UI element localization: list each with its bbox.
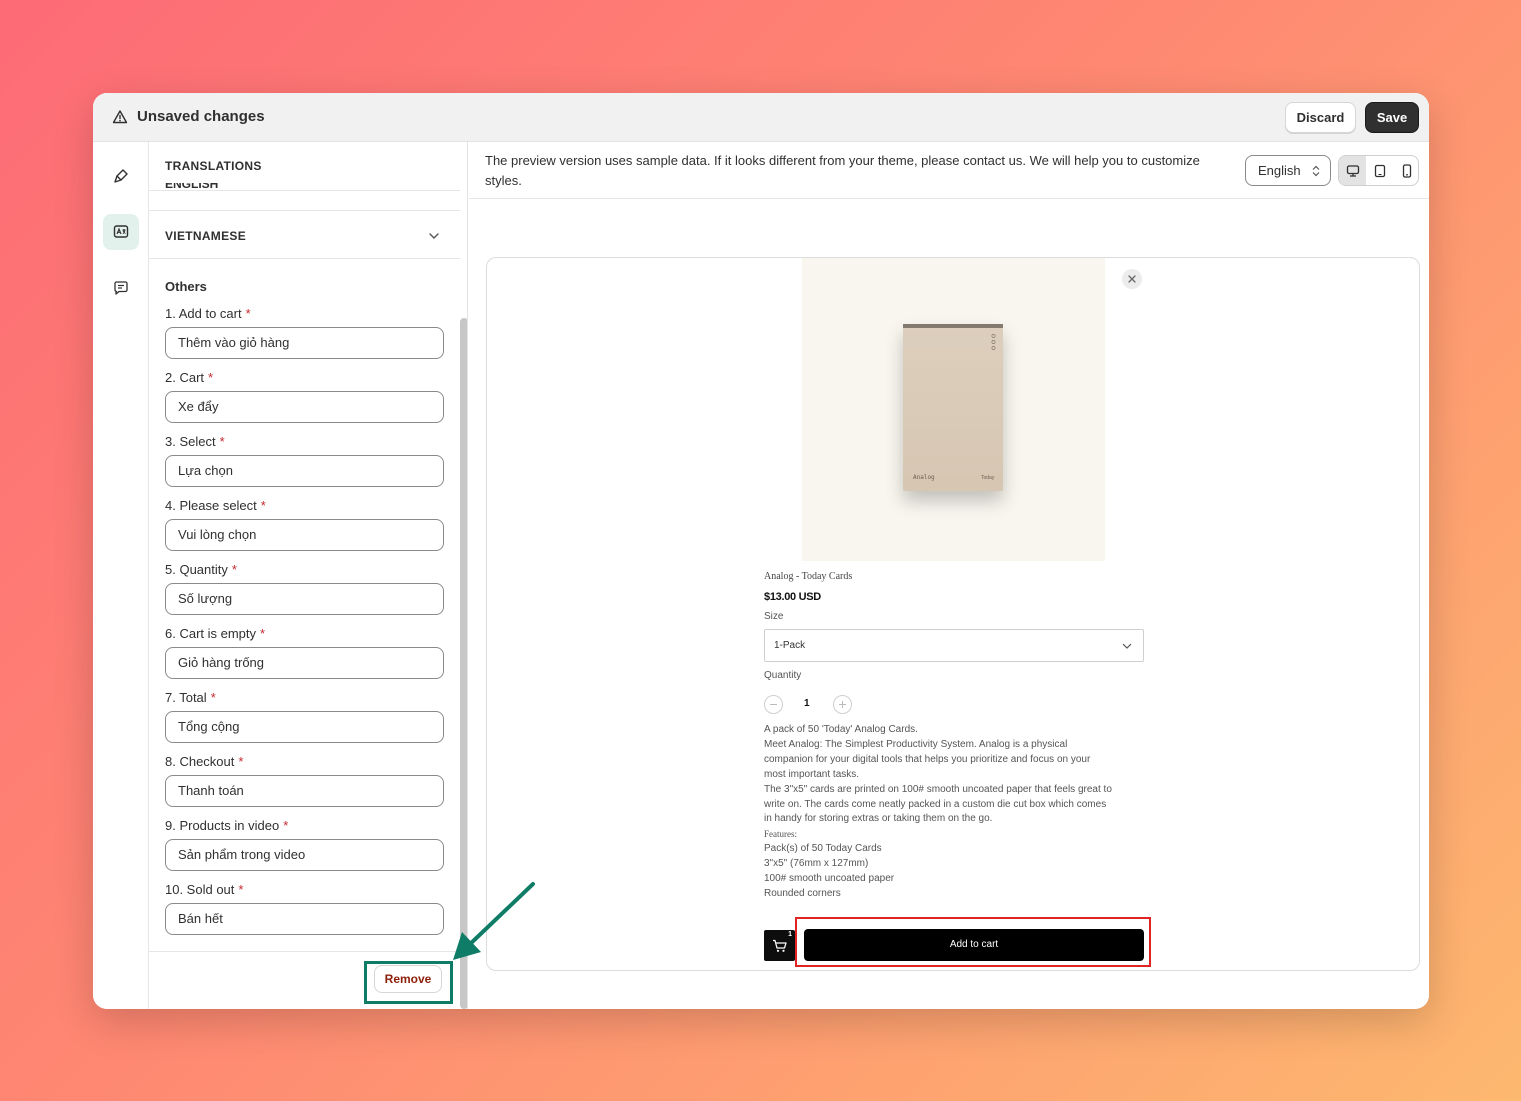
- product-description: A pack of 50 'Today' Analog Cards. Meet …: [764, 723, 1149, 902]
- field-label-please-select: 4. Please select *: [165, 498, 266, 513]
- field-label-checkout: 8. Checkout *: [165, 754, 244, 769]
- field-label-cart: 2. Cart *: [165, 370, 214, 385]
- box-dots-icon: [991, 334, 996, 350]
- description-line: The 3"x5" cards are printed on 100# smoo…: [764, 783, 1112, 795]
- cart-count-badge: 1: [788, 931, 792, 938]
- description-line: 100# smooth uncoated paper: [764, 873, 895, 885]
- field-label-cart-is-empty: 6. Cart is empty *: [165, 626, 266, 641]
- total-input[interactable]: Tổng cộng: [165, 711, 444, 743]
- minus-icon: [770, 704, 777, 705]
- divider: [469, 198, 1429, 199]
- group-title-others: Others: [165, 279, 207, 294]
- desktop-icon: [1346, 164, 1359, 177]
- description-line: Meet Analog: The Simplest Productivity S…: [764, 738, 1068, 750]
- language-select-value: English: [1258, 163, 1301, 178]
- description-line: write on. The cards come neatly packed i…: [764, 798, 1107, 810]
- device-toggle: [1338, 155, 1419, 186]
- section-english-header[interactable]: ENGLISH: [165, 183, 218, 191]
- mobile-icon: [1402, 163, 1411, 178]
- preview-area: The preview version uses sample data. If…: [469, 142, 1429, 1009]
- description-line: in handy for storing extras or taking th…: [764, 813, 993, 825]
- language-select[interactable]: English: [1245, 155, 1331, 186]
- rail-item-design[interactable]: [103, 158, 139, 194]
- editor-window: Unsaved changes Discard Save TRANSLATION…: [93, 93, 1429, 1009]
- description-features-heading: Features:: [764, 829, 797, 840]
- left-rail: [93, 142, 149, 1009]
- product-title: Analog - Today Cards: [764, 571, 853, 582]
- rail-item-translations[interactable]: [103, 214, 139, 250]
- cart-is-empty-input[interactable]: Giỏ hàng trống: [165, 647, 444, 679]
- select-arrows-icon: [1312, 165, 1320, 177]
- sold-out-input[interactable]: Bán hết: [165, 903, 444, 935]
- checkout-input[interactable]: Thanh toán: [165, 775, 444, 807]
- description-line: A pack of 50 'Today' Analog Cards.: [764, 724, 918, 735]
- quantity-value: 1: [804, 698, 810, 709]
- field-label-sold-out: 10. Sold out *: [165, 882, 244, 897]
- product-box: Analog Today: [903, 324, 1003, 491]
- field-label-products-in-video: 9. Products in video *: [165, 818, 289, 833]
- divider: [149, 258, 460, 259]
- product-price: $13.00 USD: [764, 591, 821, 603]
- preview-notice: The preview version uses sample data. If…: [485, 153, 1200, 188]
- description-line: 3"x5" (76mm x 127mm): [764, 858, 869, 870]
- warning-icon: [112, 110, 128, 124]
- size-label: Size: [764, 611, 784, 622]
- discard-button[interactable]: Discard: [1285, 102, 1356, 133]
- paintbrush-icon: [114, 169, 128, 183]
- save-button[interactable]: Save: [1365, 102, 1419, 133]
- quantity-input[interactable]: Số lượng: [165, 583, 444, 615]
- divider: [149, 951, 460, 952]
- chevron-down-icon: [1122, 643, 1132, 649]
- box-sub-label: Today: [981, 475, 995, 481]
- chevron-down-icon[interactable]: [428, 230, 440, 242]
- add-to-cart-input[interactable]: Thêm vào giỏ hàng: [165, 327, 444, 359]
- tablet-icon: [1374, 164, 1385, 177]
- divider: [149, 210, 460, 211]
- device-tablet-button[interactable]: [1366, 156, 1393, 185]
- field-label-total: 7. Total *: [165, 690, 216, 705]
- field-label-select: 3. Select *: [165, 434, 225, 449]
- description-line: Pack(s) of 50 Today Cards: [764, 843, 882, 855]
- quantity-label: Quantity: [764, 670, 802, 681]
- close-icon: [1128, 275, 1136, 283]
- view-cart-button[interactable]: 1: [764, 930, 795, 961]
- close-popup-button[interactable]: [1122, 269, 1142, 289]
- chat-icon: [114, 281, 128, 295]
- description-line: most important tasks.: [764, 768, 860, 780]
- device-mobile-button[interactable]: [1393, 156, 1418, 185]
- remove-button-highlight: [364, 961, 453, 1004]
- pointer-arrow-icon: [453, 882, 535, 960]
- quantity-increase-button[interactable]: [833, 695, 852, 714]
- rail-item-messages[interactable]: [103, 270, 139, 306]
- device-desktop-button[interactable]: [1339, 156, 1366, 185]
- field-label-quantity: 5. Quantity *: [165, 562, 237, 577]
- size-select[interactable]: 1-Pack: [764, 629, 1144, 662]
- panel-heading: TRANSLATIONS: [165, 159, 262, 173]
- cart-icon: [772, 939, 787, 952]
- products-in-video-input[interactable]: Sản phẩm trong video: [165, 839, 444, 871]
- translations-panel: TRANSLATIONS ENGLISH VIETNAMESE Others 1…: [149, 142, 468, 1009]
- please-select-input[interactable]: Vui lòng chọn: [165, 519, 444, 551]
- quantity-decrease-button[interactable]: [764, 695, 783, 714]
- unsaved-changes-title: Unsaved changes: [137, 108, 265, 125]
- unsaved-changes-bar: Unsaved changes Discard Save: [93, 93, 1429, 142]
- description-line: Rounded corners: [764, 887, 841, 899]
- plus-icon: [839, 701, 846, 708]
- cart-input[interactable]: Xe đẩy: [165, 391, 444, 423]
- translate-icon: [113, 225, 129, 238]
- box-brand-logo: Analog: [913, 474, 935, 481]
- section-vietnamese-header[interactable]: VIETNAMESE: [165, 229, 246, 243]
- product-popup-preview: Analog Today Analog - Today Cards $13.00…: [486, 257, 1420, 971]
- select-input[interactable]: Lựa chọn: [165, 455, 444, 487]
- product-image: Analog Today: [802, 258, 1105, 561]
- size-select-value: 1-Pack: [774, 640, 806, 651]
- add-to-cart-highlight: [795, 917, 1151, 967]
- description-line: companion for your digital tools that he…: [764, 753, 1091, 765]
- field-label-add-to-cart: 1. Add to cart *: [165, 306, 251, 321]
